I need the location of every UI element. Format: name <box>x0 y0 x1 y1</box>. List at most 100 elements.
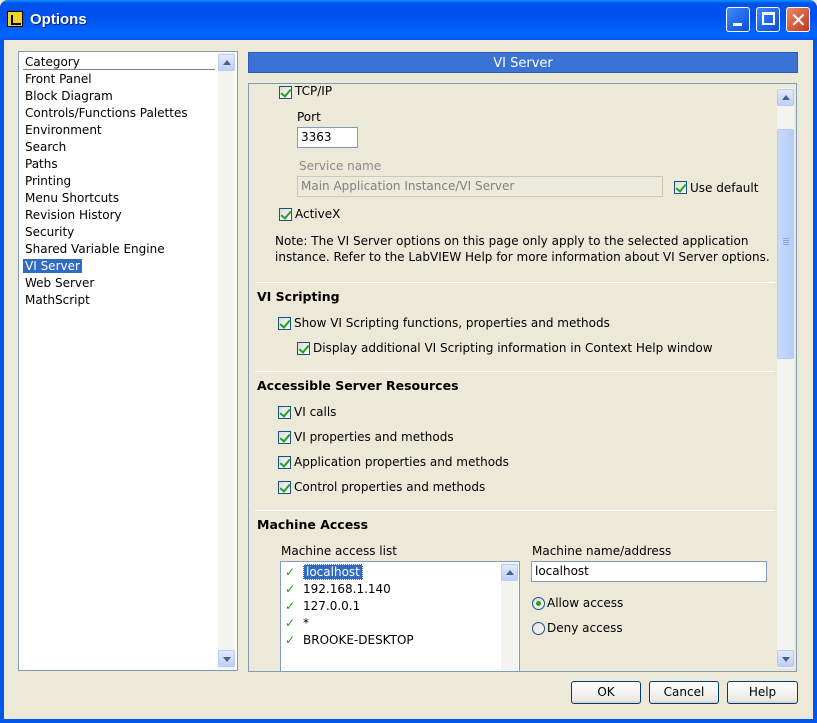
category-item[interactable]: Revision History <box>23 207 215 224</box>
machine-name-input[interactable]: localhost <box>531 561 767 582</box>
vi-calls-label: VI calls <box>294 405 337 419</box>
deny-access-label: Deny access <box>547 621 623 635</box>
category-item-label: Paths <box>25 157 58 171</box>
category-item[interactable]: Paths <box>23 156 215 173</box>
category-header[interactable]: Category <box>23 54 215 70</box>
category-item-label: Search <box>25 140 67 154</box>
machine-list-item[interactable]: ✓ 192.168.1.140 <box>285 581 391 598</box>
machine-list-item[interactable]: ✓ * <box>285 615 309 632</box>
machine-list-item-name: localhost <box>303 564 363 580</box>
use-default-label: Use default <box>690 181 759 195</box>
allow-access-radio[interactable] <box>532 597 545 610</box>
maximize-button[interactable] <box>756 7 780 32</box>
note-line-2: instance. Refer to the LabVIEW Help for … <box>275 250 770 264</box>
machine-access-list[interactable]: ✓ localhost ✓ 192.168.1.140 ✓ 127.0.0.1 ✓ * ✓ BRO… <box>280 561 520 671</box>
service-name-label: Service name <box>299 159 382 173</box>
category-item-label: Security <box>25 225 75 239</box>
scroll-down-arrow-icon[interactable] <box>218 650 235 667</box>
control-properties-label: Control properties and methods <box>294 480 486 494</box>
context-help-checkbox[interactable] <box>297 342 310 355</box>
tcpip-checkbox[interactable] <box>279 86 292 99</box>
ok-button[interactable]: OK <box>571 681 641 704</box>
category-item[interactable]: Security <box>23 224 215 241</box>
checkmark-icon: ✓ <box>285 616 296 630</box>
activex-checkbox[interactable] <box>279 208 292 221</box>
category-item-label: Controls/Functions Palettes <box>25 106 188 120</box>
show-scripting-checkbox[interactable] <box>278 317 291 330</box>
labview-app-icon <box>7 11 23 27</box>
port-label: Port <box>297 110 321 124</box>
category-item-label: Web Server <box>25 276 95 290</box>
service-name-input[interactable]: Main Application Instance/VI Server <box>297 176 663 197</box>
divider <box>255 282 775 283</box>
machine-list-item-name: 192.168.1.140 <box>303 582 391 596</box>
category-scrollbar[interactable] <box>218 52 235 670</box>
machine-name-label: Machine name/address <box>532 544 672 558</box>
divider <box>255 371 775 372</box>
panel-scrollbar[interactable] <box>777 88 794 668</box>
machine-list-item-name: * <box>303 616 309 630</box>
machine-list-scrollbar[interactable] <box>501 562 518 671</box>
close-icon: ✕ <box>790 8 807 32</box>
category-item-label: Menu Shortcuts <box>25 191 120 205</box>
vi-properties-label: VI properties and methods <box>294 430 454 444</box>
machine-list-item-name: 127.0.0.1 <box>303 599 361 613</box>
tcpip-label: TCP/IP <box>295 84 333 98</box>
category-item[interactable]: Environment <box>23 122 215 139</box>
app-properties-label: Application properties and methods <box>294 455 509 469</box>
category-item[interactable]: Web Server <box>23 275 215 292</box>
minimize-icon <box>733 23 742 26</box>
allow-access-label: Allow access <box>547 596 624 610</box>
control-properties-checkbox[interactable] <box>278 481 291 494</box>
context-help-label: Display additional VI Scripting informat… <box>313 341 713 355</box>
scroll-up-arrow-icon[interactable] <box>218 54 235 71</box>
machine-list-label: Machine access list <box>281 544 397 558</box>
close-button[interactable]: ✕ <box>786 7 810 32</box>
category-item-label: MathScript <box>25 293 90 307</box>
category-item[interactable]: MathScript <box>23 292 215 309</box>
category-item[interactable]: Controls/Functions Palettes <box>23 105 215 122</box>
scroll-up-arrow-icon[interactable] <box>777 89 794 106</box>
app-properties-checkbox[interactable] <box>278 456 291 469</box>
category-list[interactable]: Category Front Panel Block Diagram Control… <box>18 51 238 671</box>
checkmark-icon: ✓ <box>285 582 296 596</box>
machine-list-item[interactable]: ✓ BROOKE-DESKTOP <box>285 632 414 649</box>
category-item-label: Printing <box>25 174 72 188</box>
help-button[interactable]: Help <box>727 681 798 704</box>
activex-label: ActiveX <box>295 207 341 221</box>
vi-server-panel: TCP/IP Port 3363 Service name Main Appli… <box>248 83 797 672</box>
category-item[interactable]: Block Diagram <box>23 88 215 105</box>
window-title: Options <box>30 11 87 28</box>
machine-list-item[interactable]: ✓ 127.0.0.1 <box>285 598 360 615</box>
category-item-label: Revision History <box>25 208 122 222</box>
checkmark-icon: ✓ <box>285 565 296 579</box>
title-bar[interactable]: Options ✕ <box>0 0 817 40</box>
category-item[interactable]: VI Server <box>23 258 215 275</box>
vi-properties-checkbox[interactable] <box>278 431 291 444</box>
cancel-button[interactable]: Cancel <box>649 681 719 704</box>
vi-calls-checkbox[interactable] <box>278 406 291 419</box>
category-item[interactable]: Search <box>23 139 215 156</box>
category-item[interactable]: Front Panel <box>23 71 215 88</box>
scroll-up-arrow-icon[interactable] <box>501 564 518 581</box>
category-item[interactable]: Menu Shortcuts <box>23 190 215 207</box>
checkmark-icon: ✓ <box>285 633 296 647</box>
machine-list-item[interactable]: ✓ localhost <box>285 564 363 581</box>
category-item-label: Environment <box>25 123 102 137</box>
scroll-thumb[interactable] <box>777 129 794 359</box>
port-input[interactable]: 3363 <box>297 127 358 148</box>
category-items: Front Panel Block Diagram Controls/Functio… <box>23 71 215 309</box>
window-frame-bottom <box>0 719 817 723</box>
category-item[interactable]: Printing <box>23 173 215 190</box>
category-item-label: VI Server <box>23 259 82 273</box>
category-item[interactable]: Shared Variable Engine <box>23 241 215 258</box>
category-item-label: Shared Variable Engine <box>25 242 165 256</box>
deny-access-radio[interactable] <box>532 622 545 635</box>
window-frame-right <box>813 40 817 723</box>
machine-list-item-name: BROOKE-DESKTOP <box>303 633 414 647</box>
minimize-button[interactable] <box>726 7 750 32</box>
category-item-label: Block Diagram <box>25 89 113 103</box>
use-default-checkbox[interactable] <box>674 181 687 194</box>
note-line-1: Note: The VI Server options on this page… <box>275 234 749 248</box>
scroll-down-arrow-icon[interactable] <box>777 650 794 667</box>
